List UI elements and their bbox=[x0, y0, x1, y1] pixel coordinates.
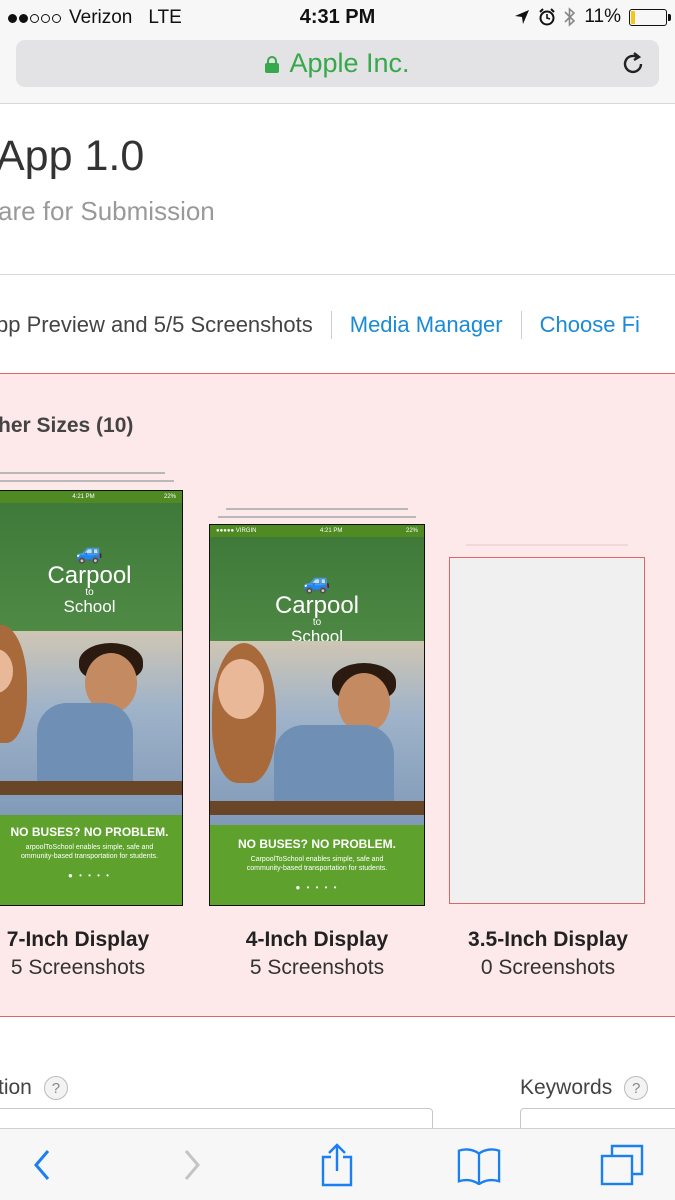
media-summary: pp Preview and 5/5 Screenshots bbox=[0, 312, 313, 337]
screenshots-panel: her Sizes (10) 4:21 PM 22% 🚙 Carpool to … bbox=[0, 373, 675, 1017]
page-dots: ● • • • • bbox=[295, 883, 339, 893]
car-icon: 🚙 bbox=[303, 569, 331, 594]
preview-time: 4:21 PM bbox=[72, 494, 95, 500]
separator bbox=[520, 311, 522, 339]
page-title: App 1.0 bbox=[0, 132, 145, 180]
device-caption-4-inch: 4-Inch Display 5 Screenshots bbox=[245, 928, 389, 979]
stack-line bbox=[226, 508, 408, 510]
media-subnav: pp Preview and 5/5 Screenshots Media Man… bbox=[0, 311, 640, 339]
separator bbox=[330, 311, 332, 339]
alarm-clock-icon bbox=[539, 8, 556, 26]
location-arrow-icon bbox=[515, 10, 530, 24]
preview-time: 4:21 PM bbox=[320, 528, 343, 534]
panel-heading: her Sizes (10) bbox=[0, 414, 134, 437]
promo-band: NO BUSES? NO PROBLEM. CarpoolToSchool en… bbox=[210, 825, 424, 905]
preview-battery: 22% bbox=[163, 494, 176, 500]
tabs-icon bbox=[600, 1144, 644, 1186]
description-field[interactable] bbox=[0, 1108, 433, 1128]
preview-battery: 22% bbox=[405, 528, 418, 534]
keywords-label: Keywords ? bbox=[520, 1076, 649, 1100]
status-right: 11% bbox=[514, 6, 671, 28]
tabs-button[interactable] bbox=[600, 1143, 644, 1187]
device-preview-3-5-inch-empty-slot[interactable] bbox=[449, 557, 645, 904]
promo-band: NO BUSES? NO PROBLEM. arpoolToSchool ena… bbox=[0, 815, 182, 905]
preview-carrier: ●●●●● VIRGIN bbox=[216, 528, 257, 534]
site-name: Apple Inc. bbox=[289, 48, 410, 78]
forward-button[interactable] bbox=[170, 1143, 214, 1187]
students-photo bbox=[0, 625, 182, 821]
battery-percent: 11% bbox=[584, 6, 621, 27]
stack-line bbox=[466, 544, 628, 546]
stack-line bbox=[218, 516, 416, 518]
description-label: tion ? bbox=[0, 1076, 68, 1100]
browser-header: Apple Inc. bbox=[0, 34, 675, 104]
help-icon[interactable]: ? bbox=[624, 1076, 649, 1100]
reload-icon[interactable] bbox=[619, 50, 647, 78]
keywords-field[interactable] bbox=[520, 1108, 675, 1128]
stack-line bbox=[0, 480, 174, 482]
lock-icon bbox=[265, 56, 280, 73]
chevron-right-icon bbox=[184, 1150, 200, 1180]
back-button[interactable] bbox=[20, 1143, 64, 1187]
battery-icon bbox=[629, 8, 671, 26]
share-button[interactable] bbox=[315, 1143, 359, 1187]
car-icon: 🚙 bbox=[75, 539, 104, 564]
device-preview-4-inch[interactable]: ●●●●● VIRGIN 4:21 PM 22% 🚙 Carpool to Sc… bbox=[209, 524, 425, 906]
bluetooth-icon bbox=[564, 7, 576, 27]
page-subtitle: are for Submission bbox=[0, 196, 215, 226]
app-logo: 🚙 Carpool to School bbox=[210, 569, 424, 646]
device-caption-3-5-inch: 3.5-Inch Display 0 Screenshots bbox=[468, 928, 628, 979]
divider bbox=[0, 274, 675, 275]
status-bar: Verizon LTE 4:31 PM 11% bbox=[0, 0, 675, 34]
media-manager-link[interactable]: Media Manager bbox=[350, 312, 503, 338]
share-icon bbox=[321, 1143, 353, 1187]
book-icon bbox=[457, 1148, 501, 1185]
chevron-left-icon bbox=[34, 1150, 50, 1180]
app-logo: 🚙 Carpool to School bbox=[0, 539, 182, 616]
browser-toolbar bbox=[0, 1128, 675, 1200]
address-bar[interactable]: Apple Inc. bbox=[16, 40, 659, 87]
choose-file-link[interactable]: Choose Fi bbox=[540, 312, 640, 338]
device-preview-7-inch[interactable]: 4:21 PM 22% 🚙 Carpool to School NO BUSES… bbox=[0, 490, 183, 906]
stack-line bbox=[0, 472, 165, 474]
students-photo bbox=[210, 641, 424, 827]
help-icon[interactable]: ? bbox=[43, 1076, 68, 1100]
device-caption-7-inch: 7-Inch Display 5 Screenshots bbox=[6, 928, 150, 979]
bookmarks-button[interactable] bbox=[457, 1143, 501, 1187]
page-dots: ● • • • • bbox=[68, 871, 111, 881]
